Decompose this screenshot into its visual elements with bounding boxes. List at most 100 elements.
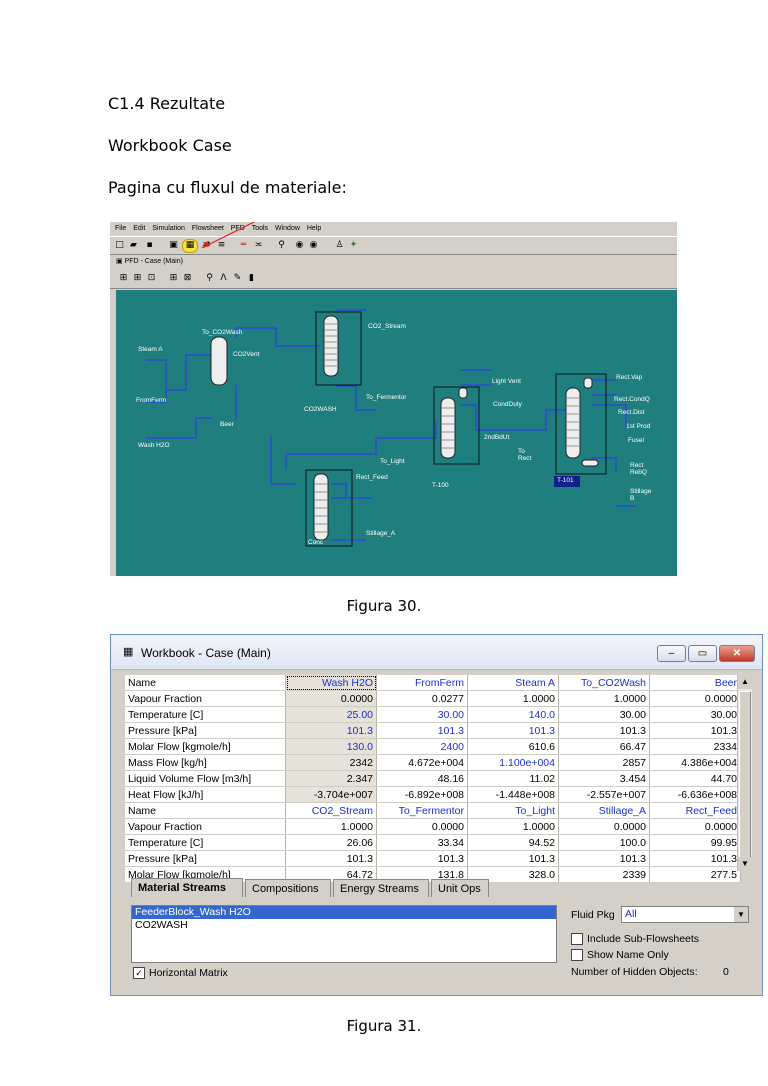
table-cell[interactable]: 1.100e+004: [467, 754, 559, 771]
table-cell[interactable]: 277.5: [649, 866, 741, 883]
checkbox-icon[interactable]: [571, 933, 583, 946]
table-cell[interactable]: 101.3: [649, 850, 741, 867]
search-icon[interactable]: ⚲: [204, 273, 215, 284]
table-cell[interactable]: 101.3: [467, 850, 559, 867]
chevron-down-icon[interactable]: ▼: [734, 907, 748, 922]
table-cell[interactable]: 2342: [285, 754, 377, 771]
stream-name-cell[interactable]: Wash H2O: [285, 675, 377, 691]
table-cell[interactable]: 11.02: [467, 770, 559, 787]
table-cell[interactable]: 101.3: [285, 722, 377, 739]
table-cell[interactable]: 0.0000: [649, 690, 741, 707]
table-cell[interactable]: 101.3: [467, 722, 559, 739]
table-row[interactable]: Mass Flow [kg/h] 2342 4.672e+004 1.100e+004…: [125, 754, 741, 771]
scroll-down-icon[interactable]: ▼: [738, 857, 752, 871]
table-cell[interactable]: 101.3: [376, 850, 468, 867]
show-name-only-checkbox[interactable]: Show Name Only: [571, 949, 669, 962]
table-row[interactable]: Vapour Fraction 1.0000 0.0000 1.0000 0.0000 0…: [125, 818, 741, 835]
table-cell[interactable]: 1.0000: [558, 690, 650, 707]
table-cell[interactable]: 0.0000: [558, 818, 650, 835]
table-cell[interactable]: 48.16: [376, 770, 468, 787]
checkbox-checked-icon[interactable]: ✓: [133, 967, 145, 980]
table-cell[interactable]: 101.3: [376, 722, 468, 739]
zoom-all-icon[interactable]: ⊞: [118, 273, 129, 284]
table-cell[interactable]: 3.454: [558, 770, 650, 787]
stream-name-cell[interactable]: Rect_Feed: [649, 802, 741, 819]
table-cell[interactable]: 0.0277: [376, 690, 468, 707]
table-cell[interactable]: 2334: [649, 738, 741, 755]
pencil-icon[interactable]: ✎: [232, 273, 243, 284]
stream-name-cell[interactable]: FromFerm: [376, 675, 468, 691]
table-cell[interactable]: -1.448e+008: [467, 786, 559, 803]
stream-name-cell[interactable]: Steam A: [467, 675, 559, 691]
table-cell[interactable]: 0.0000: [285, 690, 377, 707]
table-cell[interactable]: 140.0: [467, 706, 559, 723]
table-cell[interactable]: -6.892e+008: [376, 786, 468, 803]
table-cell[interactable]: 66.47: [558, 738, 650, 755]
tab-unit-ops[interactable]: Unit Ops: [431, 879, 489, 897]
color-scheme-icon[interactable]: ▮: [246, 273, 257, 284]
list-item[interactable]: FeederBlock_Wash H2O: [132, 906, 556, 919]
table-cell[interactable]: 101.3: [649, 722, 741, 739]
table-cell[interactable]: -3.704e+007: [285, 786, 377, 803]
table-cell[interactable]: 94.52: [467, 834, 559, 851]
table-cell[interactable]: 130.0: [285, 738, 377, 755]
table-row[interactable]: Vapour Fraction 0.0000 0.0277 1.0000 1.0000 0…: [125, 690, 741, 707]
table-cell[interactable]: 2400: [376, 738, 468, 755]
table-cell[interactable]: 25.00: [285, 706, 377, 723]
pfd-canvas[interactable]: Steam A FromFerm Wash H2O To_CO2Wash CO2…: [116, 290, 677, 576]
stream-name-cell[interactable]: To_CO2Wash: [558, 675, 650, 691]
checkbox-icon[interactable]: [571, 949, 583, 962]
table-cell[interactable]: 4.386e+004: [649, 754, 741, 771]
workbook-titlebar[interactable]: ▦ Workbook - Case (Main) – ▭ ✕: [111, 635, 762, 670]
table-row[interactable]: Name Wash H2O FromFerm Steam A To_CO2Wash Bee…: [125, 675, 741, 691]
tab-energy-streams[interactable]: Energy Streams: [333, 879, 429, 897]
maximize-button[interactable]: ▭: [688, 645, 717, 662]
stream-name-cell[interactable]: Beer: [649, 675, 741, 691]
table-cell[interactable]: 2857: [558, 754, 650, 771]
table-cell[interactable]: 100.0: [558, 834, 650, 851]
table-cell[interactable]: 26.06: [285, 834, 377, 851]
table-cell[interactable]: 2.347: [285, 770, 377, 787]
zoom-out-icon[interactable]: ⊡: [146, 273, 157, 284]
list-item[interactable]: CO2WASH: [132, 919, 556, 932]
table-row[interactable]: Name CO2_Stream To_Fermentor To_Light Stilla…: [125, 802, 741, 819]
table-cell[interactable]: 30.00: [376, 706, 468, 723]
tab-material-streams[interactable]: Material Streams: [131, 878, 243, 897]
table-cell[interactable]: 99.95: [649, 834, 741, 851]
scroll-up-icon[interactable]: ▲: [738, 675, 752, 689]
stream-name-cell[interactable]: CO2_Stream: [285, 802, 377, 819]
include-subflowsheets-checkbox[interactable]: Include Sub-Flowsheets: [571, 933, 699, 946]
stream-matrix[interactable]: Name Wash H2O FromFerm Steam A To_CO2Wash Bee…: [125, 675, 741, 883]
table-cell[interactable]: 0.0000: [376, 818, 468, 835]
scroll-thumb[interactable]: [739, 691, 751, 859]
table-row[interactable]: Heat Flow [kJ/h] -3.704e+007 -6.892e+008 -1…: [125, 786, 741, 803]
minimize-button[interactable]: –: [657, 645, 686, 662]
table-cell[interactable]: 30.00: [558, 706, 650, 723]
table-cell[interactable]: 101.3: [558, 722, 650, 739]
table-cell[interactable]: 2339: [558, 866, 650, 883]
table-cell[interactable]: 101.3: [558, 850, 650, 867]
tab-compositions[interactable]: Compositions: [245, 879, 331, 897]
table-cell[interactable]: -6.636e+008: [649, 786, 741, 803]
table-cell[interactable]: 33.34: [376, 834, 468, 851]
table-cell[interactable]: 4.672e+004: [376, 754, 468, 771]
close-button[interactable]: ✕: [719, 645, 755, 662]
auto-position-icon[interactable]: ⊠: [182, 273, 193, 284]
table-cell[interactable]: 44.70: [649, 770, 741, 787]
table-cell[interactable]: 0.0000: [649, 818, 741, 835]
table-cell[interactable]: 610.6: [467, 738, 559, 755]
object-listbox[interactable]: FeederBlock_Wash H2O CO2WASH: [131, 905, 557, 963]
stream-name-cell[interactable]: Stillage_A: [558, 802, 650, 819]
table-row[interactable]: Molar Flow [kgmole/h] 130.0 2400 610.6 66.47…: [125, 738, 741, 755]
zoom-in-icon[interactable]: ⊞: [132, 273, 143, 284]
table-cell[interactable]: 1.0000: [285, 818, 377, 835]
table-row[interactable]: Temperature [C] 26.06 33.34 94.52 100.0 99.95: [125, 834, 741, 851]
label-icon[interactable]: Λ: [218, 273, 229, 284]
table-cell[interactable]: 1.0000: [467, 818, 559, 835]
table-row[interactable]: Pressure [kPa] 101.3 101.3 101.3 101.3 101.3: [125, 722, 741, 739]
table-cell[interactable]: -2.557e+007: [558, 786, 650, 803]
fluid-pkg-select[interactable]: All ▼: [621, 906, 749, 923]
table-cell[interactable]: 1.0000: [467, 690, 559, 707]
table-row[interactable]: Pressure [kPa] 101.3 101.3 101.3 101.3 101.3: [125, 850, 741, 867]
stream-name-cell[interactable]: To_Light: [467, 802, 559, 819]
